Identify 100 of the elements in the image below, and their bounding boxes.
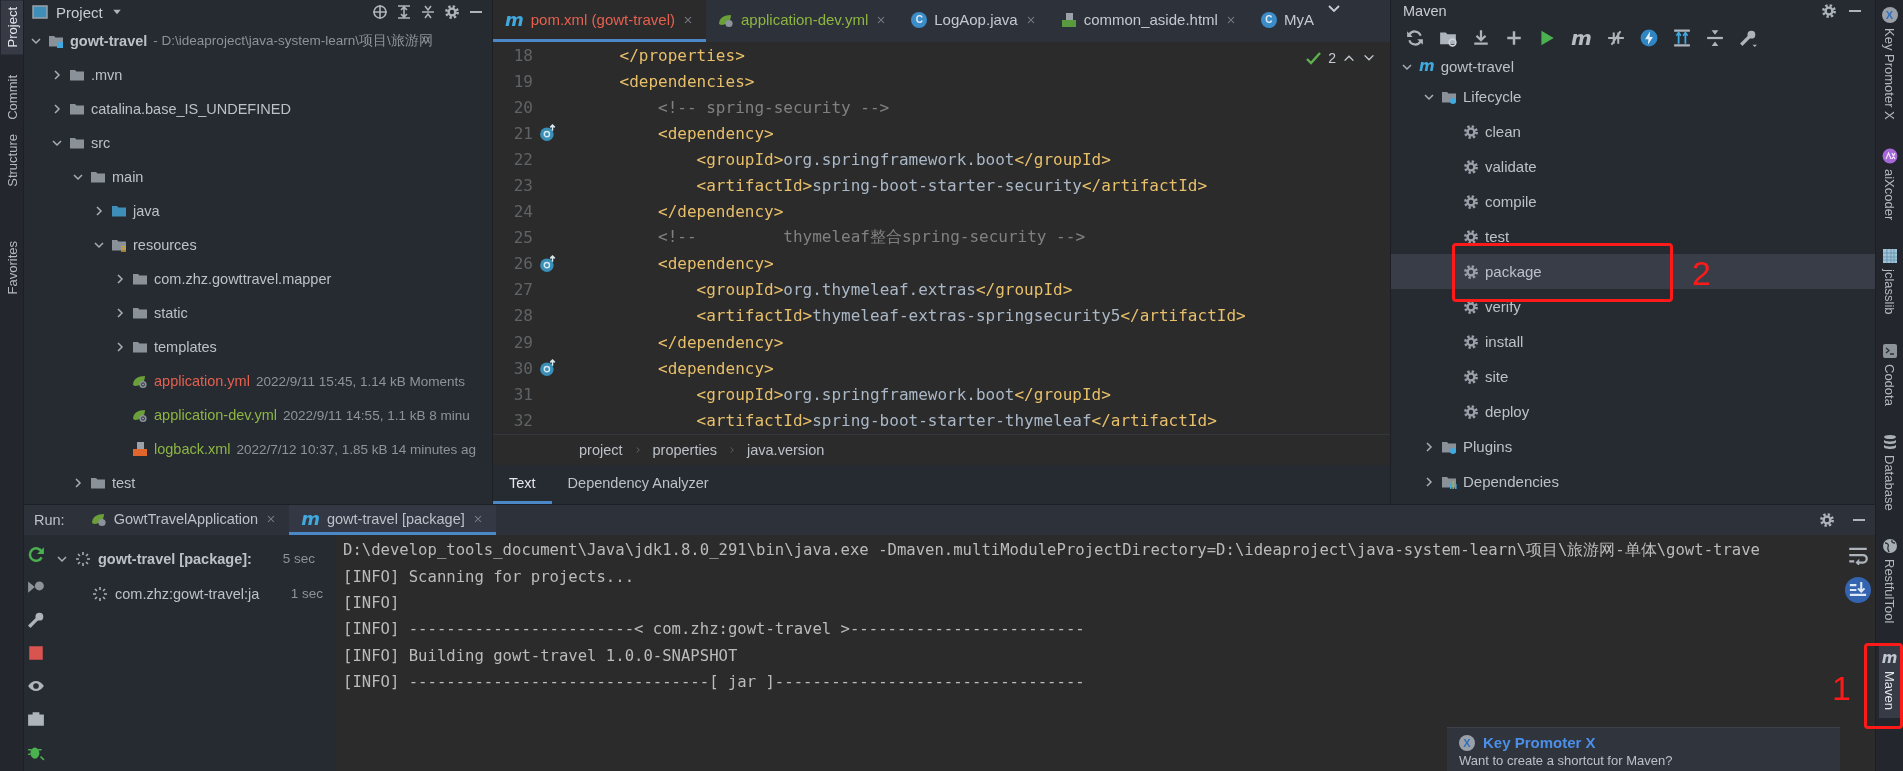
editor-tab[interactable]: m pom.xml (gowt-travel)	[493, 0, 706, 42]
maven-project-icon: m	[1419, 59, 1435, 74]
tree-row[interactable]: install	[1391, 324, 1875, 359]
tool-window-tab[interactable]: Commit	[0, 68, 23, 128]
tree-item[interactable]: catalina.base_IS_UNDEFINED	[91, 101, 291, 117]
module-name[interactable]: gowt-travel	[70, 33, 148, 49]
tool-window-tab[interactable]: aiXcoder	[1878, 140, 1901, 228]
console-line: [INFO] Building gowt-travel 1.0.0-SNAPSHOT	[343, 645, 739, 667]
panel-title[interactable]: Project	[56, 3, 103, 21]
console-line: [INFO]	[343, 592, 401, 614]
duration: 5 sec	[282, 551, 315, 566]
code-line: <artifactId>thymeleaf-extras-springsecurity5</artifactId>	[695, 306, 1246, 326]
tool-window-tab[interactable]: RestfulTool	[1878, 531, 1901, 631]
inspection-widget[interactable]: 2	[1306, 50, 1376, 66]
maven-icon: m	[1881, 651, 1898, 667]
console-line: D:\develop_tools_document\Java\jdk1.8.0_291\bin\java.exe -Dmaven.multiModuleProjectDirectory=D:\ideaproject\java-system-learn\项目\旅游网-单体\gowt-trave	[343, 539, 1761, 561]
tree-item[interactable]: logback.xml	[154, 441, 231, 457]
code-line: <dependency>	[657, 358, 774, 378]
tool-window-tab[interactable]: Project	[0, 0, 23, 55]
code-line: <dependency>	[657, 123, 774, 143]
tool-window-tab[interactable]: Database	[1878, 426, 1901, 518]
code-line: <dependencies>	[618, 71, 755, 91]
code-line: <!-- spring-security -->	[657, 97, 890, 117]
code-line: </dependency>	[657, 332, 784, 352]
tree-item[interactable]: main	[112, 169, 144, 185]
tree-row[interactable]: Plugins	[1391, 429, 1875, 464]
annotation-number: 2	[1692, 256, 1711, 290]
breadcrumb[interactable]: java.version	[747, 442, 825, 458]
line-number: 32	[512, 410, 533, 430]
tree-row[interactable]: Lifecycle	[1391, 79, 1875, 114]
tree-row[interactable]: deploy	[1391, 394, 1875, 429]
tool-window-tab[interactable]: m Maven	[1878, 644, 1901, 718]
code-line: <artifactId>spring-boot-starter-security</artifactId>	[695, 176, 1208, 195]
tool-window-tab[interactable]: Codota	[1878, 335, 1901, 413]
line-number: 29	[512, 332, 533, 352]
notification-title: Key Promoter X	[1483, 734, 1596, 751]
tool-window-tab[interactable]: Favorites	[0, 234, 23, 302]
console-line: [INFO] Scanning for projects...	[343, 566, 636, 588]
editor-tab[interactable]: common_aside.html	[1048, 0, 1249, 42]
tree-item[interactable]: java	[133, 203, 160, 219]
code-line: </dependency>	[657, 202, 784, 222]
breadcrumb[interactable]: project	[579, 442, 623, 458]
run-tab[interactable]: GowtTravelApplication	[78, 505, 290, 535]
tree-item[interactable]: application.yml	[154, 373, 250, 389]
tree-item[interactable]: resources	[133, 237, 197, 253]
tree-item[interactable]: application-dev.yml	[154, 407, 278, 423]
view-tab[interactable]: Dependency Analyzer	[551, 465, 725, 504]
tree-row[interactable]: validate	[1391, 149, 1875, 184]
code-line: <artifactId>spring-boot-starter-thymeleaf</artifactId>	[695, 410, 1217, 430]
tree-item[interactable]: test	[112, 475, 136, 491]
line-number: 24	[512, 202, 533, 222]
tree-item[interactable]: src	[91, 135, 111, 151]
tool-window-tab[interactable]: Structure	[0, 127, 23, 194]
console-line: [INFO] --------------------------------[ jar ]---------------------------------	[343, 672, 1086, 694]
line-number: 20	[512, 97, 533, 117]
code-line: <dependency>	[657, 254, 774, 274]
tree-row[interactable]: compile	[1391, 184, 1875, 219]
duration: 1 sec	[290, 586, 323, 601]
maven-icon: m	[505, 10, 524, 29]
tree-row[interactable]: site	[1391, 359, 1875, 394]
tree-item[interactable]: templates	[154, 339, 217, 355]
module-path: - D:\ideaproject\java-system-learn\项目\旅游网	[153, 32, 433, 50]
breadcrumb[interactable]: properties	[652, 442, 717, 458]
editor-tab[interactable]: C MyA	[1248, 0, 1326, 42]
run-tab[interactable]: m gowt-travel [package]	[289, 505, 496, 535]
tool-window-tab[interactable]: X Key Promoter X	[1878, 0, 1901, 127]
tree-row[interactable]: Dependencies	[1391, 464, 1875, 499]
line-number: 27	[512, 280, 533, 300]
line-number: 28	[512, 306, 533, 326]
tool-window-tab[interactable]: jclasslib	[1878, 241, 1901, 322]
maven-icon: m	[301, 509, 320, 528]
line-number: 31	[512, 384, 533, 404]
tree-row[interactable]: clean	[1391, 114, 1875, 149]
tree-item[interactable]: static	[154, 305, 188, 321]
run-task[interactable]: gowt-travel [package]:	[98, 550, 252, 567]
line-number: 21	[512, 123, 533, 143]
tree-item[interactable]: .mvn	[91, 67, 123, 83]
run-task[interactable]: com.zhz:gowt-travel:ja	[115, 585, 260, 602]
code-line: <groupId>org.springframework.boot</groupId>	[695, 149, 1111, 169]
editor-tab[interactable]: application-dev.yml	[705, 0, 900, 42]
file-info: 2022/7/12 10:37, 1.85 kB 14 minutes ag	[236, 441, 476, 457]
notification-message: Want to create a shortcut for Maven?	[1459, 753, 1674, 768]
line-number: 22	[512, 149, 533, 169]
annotation-number: 1	[1832, 671, 1851, 705]
line-number: 25	[512, 228, 533, 248]
tree-row[interactable]: test	[1391, 219, 1875, 254]
tree-item[interactable]: com.zhz.gowttravel.mapper	[154, 271, 332, 287]
console-line: [INFO] ------------------------< com.zhz:gowt-travel >-------------------------	[343, 619, 1086, 641]
line-number: 26	[512, 254, 533, 274]
file-info: 2022/9/11 15:45, 1.14 kB Moments	[255, 373, 466, 389]
tree-row[interactable]: verify	[1391, 289, 1875, 324]
execute-goal-icon[interactable]: m	[1571, 28, 1592, 48]
editor-tab[interactable]: C LogAop.java	[899, 0, 1049, 42]
line-number: 30	[512, 358, 533, 378]
key-promoter-icon: X	[1881, 7, 1898, 23]
line-number: 23	[512, 176, 533, 195]
line-number: 19	[512, 71, 533, 91]
tree-row[interactable]: m gowt-travel	[1391, 54, 1875, 79]
class-icon: C	[911, 11, 928, 28]
class-icon: C	[1260, 11, 1277, 28]
